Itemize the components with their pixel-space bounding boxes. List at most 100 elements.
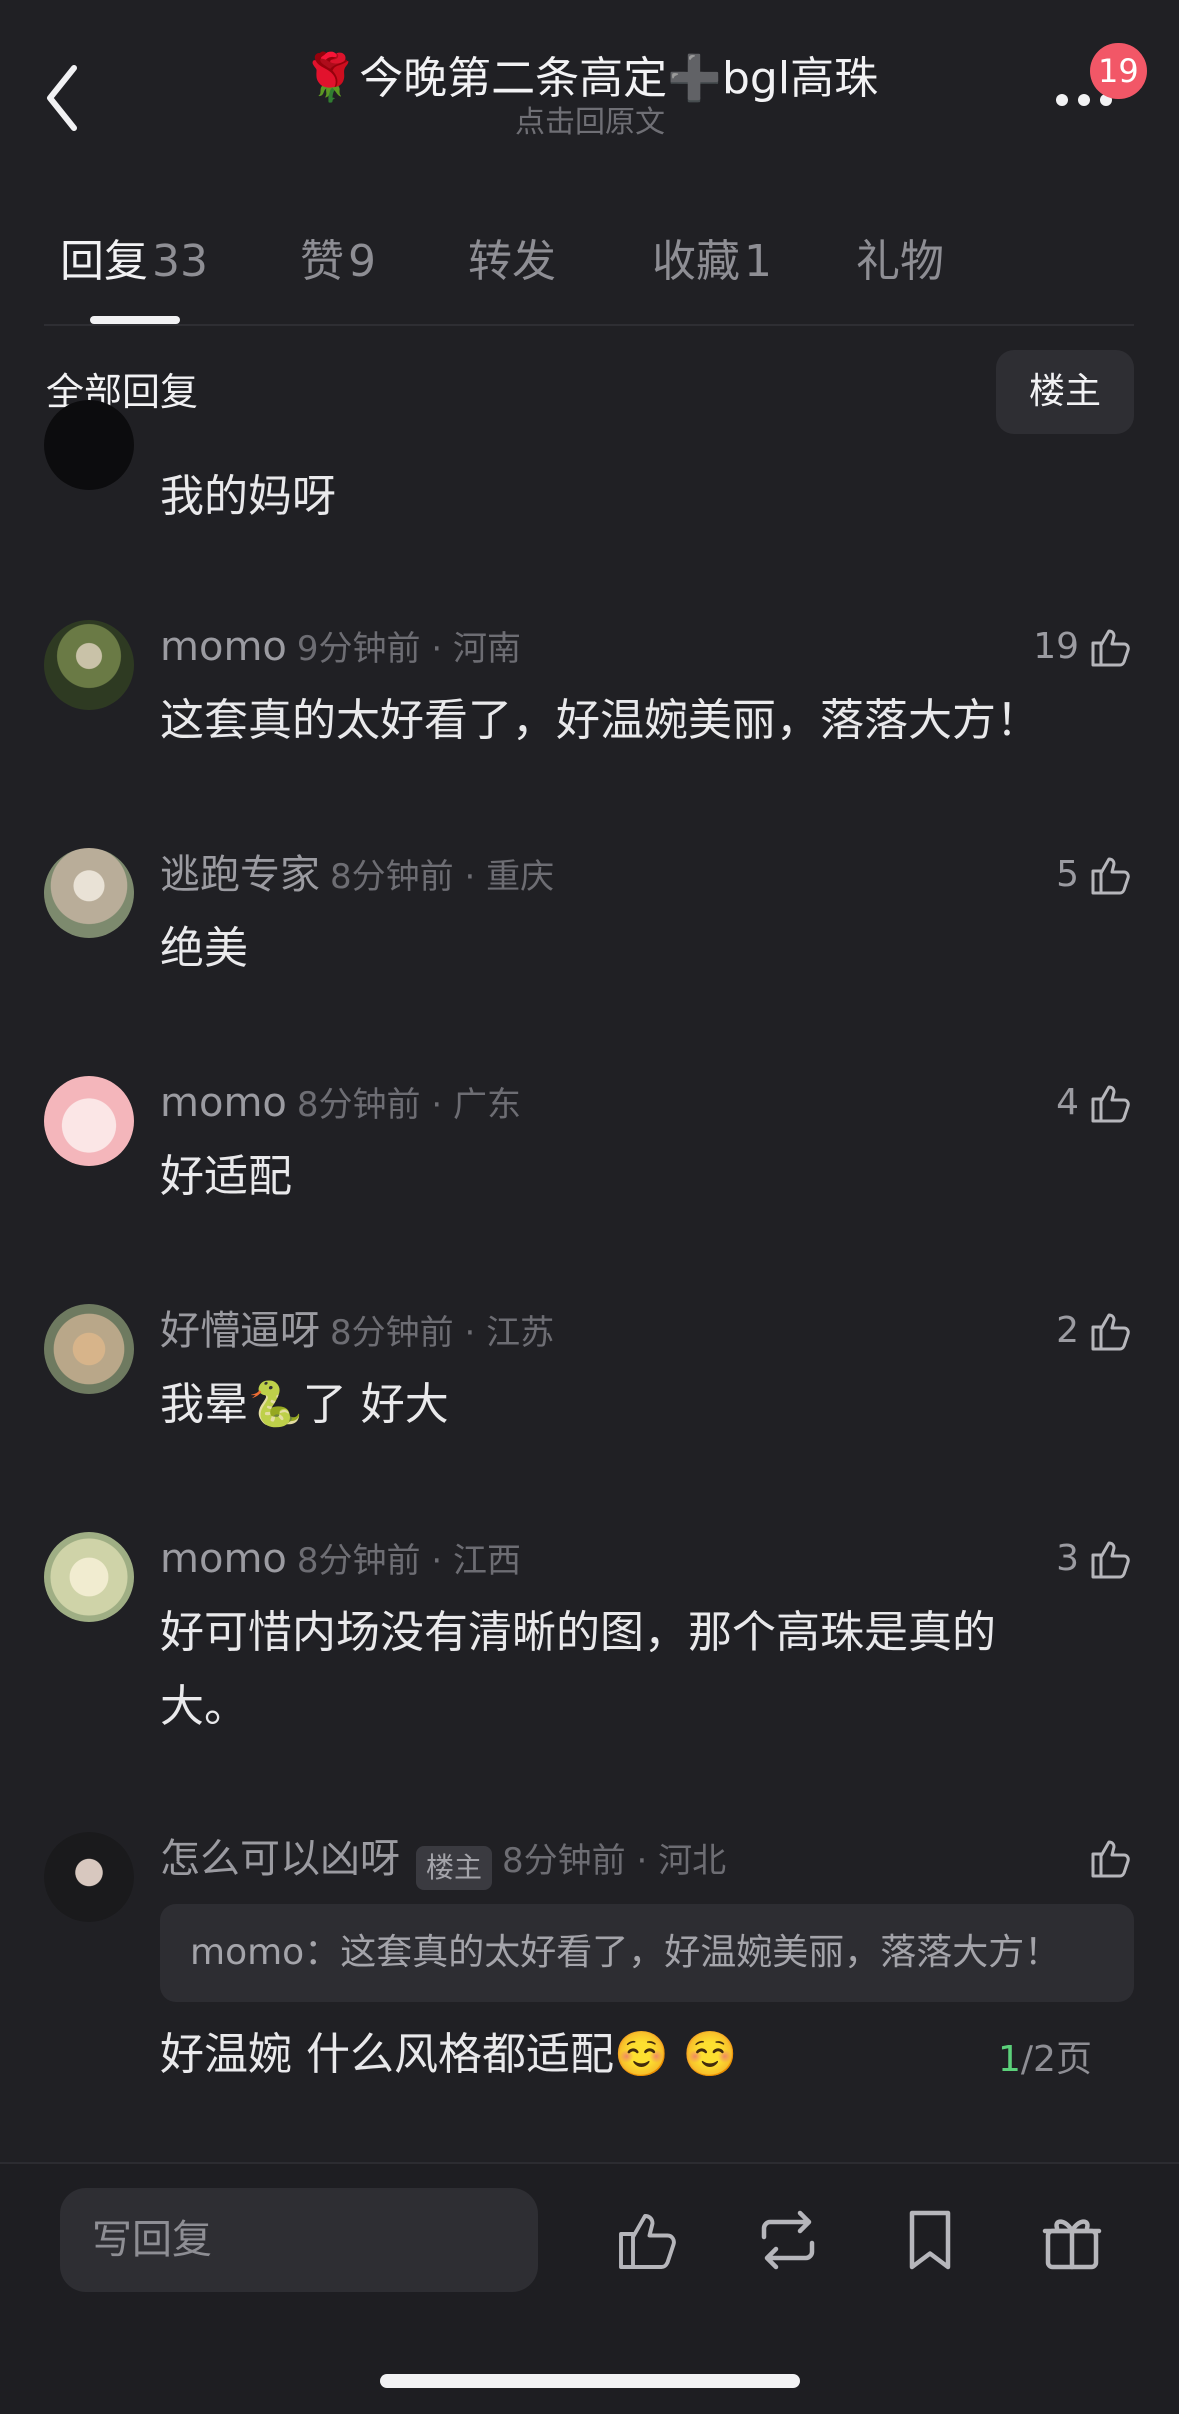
- username[interactable]: 怎么可以凶呀: [160, 1836, 400, 1882]
- avatar[interactable]: [44, 1832, 134, 1922]
- tab-gifts[interactable]: 礼物: [856, 232, 944, 292]
- username[interactable]: momo: [160, 1080, 287, 1126]
- tab-count: 1: [744, 236, 772, 287]
- comment-content: 这套真的太好看了，好温婉美丽，落落大方！: [160, 695, 1040, 746]
- content-line: 好可惜内场没有清晰的图，那个高珠是真的: [160, 1607, 996, 1658]
- back-icon: [47, 65, 77, 131]
- back-to-post-link[interactable]: 点击回原文: [200, 106, 980, 140]
- thumbs-up-icon: [1091, 857, 1130, 895]
- post-title: 🌹今晚第二条高定➕bgl高珠: [200, 46, 980, 110]
- timestamp: 8分钟前 · 广东: [296, 1085, 521, 1125]
- tab-count: 33: [152, 236, 208, 287]
- comment-item[interactable]: momo 8分钟前 · 广东 4 好适配: [0, 1076, 1179, 1216]
- tab-reposts[interactable]: 转发: [468, 232, 556, 292]
- avatar[interactable]: [44, 1532, 134, 1622]
- rose-emoji: 🌹: [301, 50, 360, 104]
- gift-button[interactable]: [1036, 2204, 1108, 2276]
- comment-content: 好适配: [160, 1151, 292, 1202]
- title-block[interactable]: 🌹今晚第二条高定➕bgl高珠 点击回原文: [200, 46, 980, 140]
- tab-replies[interactable]: 回复33: [60, 232, 208, 292]
- comment-content: 我晕🐍了 好大: [160, 1368, 1100, 1442]
- like-count: 19: [1033, 626, 1079, 667]
- tab-label: 礼物: [856, 236, 944, 287]
- home-indicator: [380, 2374, 800, 2388]
- thumbs-up-icon: [1091, 1313, 1130, 1351]
- comment-item[interactable]: 逃跑专家 8分钟前 · 重庆 5 绝美: [0, 848, 1179, 988]
- timestamp: 8分钟前 · 江苏: [330, 1313, 555, 1353]
- comment-meta: momo 8分钟前 · 江西: [160, 1534, 521, 1592]
- owner-only-filter-button[interactable]: 楼主: [996, 350, 1134, 434]
- username[interactable]: 逃跑专家: [160, 852, 320, 898]
- repost-icon: [761, 2210, 815, 2270]
- timestamp: 9分钟前 · 河南: [296, 629, 521, 669]
- tab-count: 9: [348, 236, 376, 287]
- repost-button[interactable]: [752, 2204, 824, 2276]
- notification-badge: 19: [1090, 43, 1147, 99]
- tab-label: 转发: [468, 236, 556, 287]
- comment-meta: momo 9分钟前 · 河南: [160, 622, 521, 680]
- like-button[interactable]: 2: [1056, 1306, 1135, 1356]
- avatar[interactable]: [44, 1304, 134, 1394]
- tab-bar: 回复33 赞9 转发 收藏1 礼物: [0, 222, 1179, 324]
- avatar[interactable]: [44, 620, 134, 710]
- plus-emoji: ➕: [667, 53, 722, 104]
- gift-icon: [1042, 2219, 1102, 2270]
- tab-label: 回复: [60, 236, 148, 287]
- comment-item[interactable]: momo 9分钟前 · 河南 19 这套真的太好看了，好温婉美丽，落落大方！: [0, 620, 1179, 780]
- timestamp: 8分钟前 · 河北: [502, 1841, 727, 1881]
- like-post-button[interactable]: [612, 2204, 684, 2276]
- comment-meta: momo 8分钟前 · 广东: [160, 1078, 521, 1136]
- avatar[interactable]: [44, 400, 134, 490]
- snake-emoji: 🐍: [248, 1379, 303, 1430]
- avatar[interactable]: [44, 1076, 134, 1166]
- header: 🌹今晚第二条高定➕bgl高珠 点击回原文 19: [0, 0, 1179, 160]
- like-count: 5: [1056, 854, 1079, 895]
- divider: [44, 324, 1134, 326]
- content-text: 了 好大: [302, 1379, 449, 1430]
- comment-content: 我的妈呀: [160, 471, 336, 522]
- owner-badge: 楼主: [416, 1845, 493, 1890]
- comment-item[interactable]: 好懵逼呀 8分钟前 · 江苏 2 我晕🐍了 好大: [0, 1304, 1179, 1444]
- back-button[interactable]: [40, 58, 90, 138]
- username[interactable]: momo: [160, 1536, 287, 1582]
- title-text: 今晚第二条高定: [359, 53, 668, 104]
- active-tab-indicator: [90, 316, 180, 324]
- thumbs-up-icon: [1091, 1085, 1130, 1123]
- like-button[interactable]: 5: [1056, 850, 1135, 900]
- comments-page: 🌹今晚第二条高定➕bgl高珠 点击回原文 19 回复33 赞9 转发 收藏1 礼…: [0, 0, 1179, 2414]
- bookmark-button[interactable]: [894, 2204, 966, 2276]
- like-button[interactable]: 4: [1056, 1078, 1135, 1128]
- tab-likes[interactable]: 赞9: [300, 232, 376, 292]
- timestamp: 8分钟前 · 江西: [296, 1541, 521, 1581]
- like-button[interactable]: 19: [1033, 622, 1135, 672]
- comment-meta: 逃跑专家 8分钟前 · 重庆: [160, 850, 554, 908]
- total-pages: /2页: [1020, 2039, 1092, 2080]
- timestamp: 8分钟前 · 重庆: [330, 857, 555, 897]
- tab-label: 赞: [300, 236, 344, 287]
- username[interactable]: 好懵逼呀: [160, 1308, 320, 1354]
- avatar[interactable]: [44, 848, 134, 938]
- comment-item[interactable]: 我的妈呀: [0, 400, 1179, 530]
- comment-content: 绝美: [160, 923, 248, 974]
- content-line: 大。: [160, 1681, 248, 1732]
- username[interactable]: momo: [160, 624, 287, 670]
- like-count: 2: [1056, 1310, 1079, 1351]
- more-icon: [1056, 94, 1112, 106]
- comment-item[interactable]: momo 8分钟前 · 江西 3 好可惜内场没有清晰的图，那个高珠是真的 大。: [0, 1532, 1179, 1752]
- reply-input[interactable]: [60, 2188, 538, 2292]
- page-indicator[interactable]: 1/2页: [935, 2020, 1155, 2100]
- content-text: 我晕: [160, 1379, 248, 1430]
- like-count: 3: [1056, 1538, 1079, 1579]
- title-text-2: bgl高珠: [721, 53, 879, 104]
- like-button[interactable]: [1087, 1834, 1135, 1882]
- comment-meta: 怎么可以凶呀 楼主 8分钟前 · 河北: [160, 1834, 726, 1892]
- thumbs-up-icon: [1091, 1541, 1130, 1579]
- comment-content: 好可惜内场没有清晰的图，那个高珠是真的 大。: [160, 1596, 1100, 1744]
- bookmark-icon: [909, 2210, 951, 2270]
- tab-favorites[interactable]: 收藏1: [652, 232, 772, 292]
- like-button[interactable]: 3: [1056, 1534, 1135, 1584]
- current-page: 1: [998, 2039, 1021, 2080]
- quoted-reply[interactable]: momo：这套真的太好看了，好温婉美丽，落落大方！: [160, 1904, 1134, 2002]
- tab-label: 收藏: [652, 236, 740, 287]
- thumbs-up-icon: [1091, 629, 1130, 667]
